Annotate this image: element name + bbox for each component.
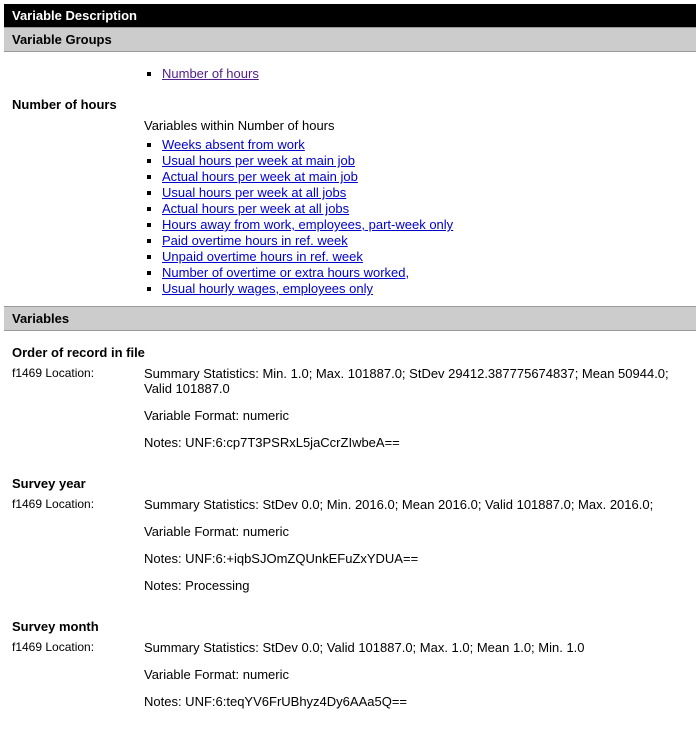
list-item: Hours away from work, employees, part-we… xyxy=(162,217,696,232)
variable-detail-line: Notes: UNF:6:+iqbSJOmZQUnkEFuZxYDUA== xyxy=(144,551,688,566)
list-item: Number of overtime or extra hours worked… xyxy=(162,265,696,280)
variable-name: Survey month xyxy=(12,619,688,634)
variable-block: Survey month f1469 Location:Summary Stati… xyxy=(12,619,688,721)
variable-details: Summary Statistics: StDev 0.0; Min. 2016… xyxy=(144,497,688,605)
list-item: Number of hours xyxy=(162,66,696,81)
variable-detail-line: Summary Statistics: StDev 0.0; Valid 101… xyxy=(144,640,688,655)
page-title-bar: Variable Description xyxy=(4,4,696,27)
page-title: Variable Description xyxy=(12,8,137,23)
variable-link[interactable]: Hours away from work, employees, part-we… xyxy=(162,217,453,232)
variable-row: f1469 Location:Summary Statistics: Min. … xyxy=(12,366,688,462)
variable-link[interactable]: Number of overtime or extra hours worked… xyxy=(162,265,409,280)
variable-name: Order of record in file xyxy=(12,345,688,360)
list-item: Usual hourly wages, employees only xyxy=(162,281,696,296)
variable-detail-line: Notes: UNF:6:teqYV6FrUBhyz4Dy6AAa5Q== xyxy=(144,694,688,709)
variable-name: Survey year xyxy=(12,476,688,491)
variable-details: Summary Statistics: StDev 0.0; Valid 101… xyxy=(144,640,688,721)
variable-detail-line: Notes: UNF:6:cp7T3PSRxL5jaCcrZIwbeA== xyxy=(144,435,688,450)
variable-link[interactable]: Actual hours per week at all jobs xyxy=(162,201,349,216)
group-list-caption: Variables within Number of hours xyxy=(144,118,696,133)
list-item: Actual hours per week at all jobs xyxy=(162,201,696,216)
variables-header-label: Variables xyxy=(12,311,69,326)
variables-header: Variables xyxy=(4,306,696,331)
variable-row: f1469 Location:Summary Statistics: StDev… xyxy=(12,497,688,605)
variable-detail-line: Summary Statistics: Min. 1.0; Max. 10188… xyxy=(144,366,688,396)
variable-link[interactable]: Weeks absent from work xyxy=(162,137,305,152)
group-variable-list: Variables within Number of hours Weeks a… xyxy=(144,118,696,296)
variable-block: Order of record in file f1469 Location:Su… xyxy=(12,345,688,462)
variable-location: f1469 Location: xyxy=(12,366,144,380)
list-item: Usual hours per week at main job xyxy=(162,153,696,168)
list-item: Paid overtime hours in ref. week xyxy=(162,233,696,248)
variable-link[interactable]: Paid overtime hours in ref. week xyxy=(162,233,348,248)
variable-detail-line: Summary Statistics: StDev 0.0; Min. 2016… xyxy=(144,497,688,512)
variable-detail-line: Notes: Processing xyxy=(144,578,688,593)
variable-groups-header: Variable Groups xyxy=(4,27,696,52)
variable-link[interactable]: Actual hours per week at main job xyxy=(162,169,358,184)
list-item: Weeks absent from work xyxy=(162,137,696,152)
variable-block: Survey year f1469 Location:Summary Statis… xyxy=(12,476,688,605)
group-section-title: Number of hours xyxy=(12,97,696,112)
variable-detail-line: Variable Format: numeric xyxy=(144,667,688,682)
variable-details: Summary Statistics: Min. 1.0; Max. 10188… xyxy=(144,366,688,462)
variable-location: f1469 Location: xyxy=(12,497,144,511)
variable-link[interactable]: Unpaid overtime hours in ref. week xyxy=(162,249,363,264)
variable-link[interactable]: Usual hourly wages, employees only xyxy=(162,281,373,296)
variable-location: f1469 Location: xyxy=(12,640,144,654)
list-item: Unpaid overtime hours in ref. week xyxy=(162,249,696,264)
list-item: Usual hours per week at all jobs xyxy=(162,185,696,200)
number-of-hours-link[interactable]: Number of hours xyxy=(162,66,259,81)
variable-detail-line: Variable Format: numeric xyxy=(144,524,688,539)
variable-link[interactable]: Usual hours per week at main job xyxy=(162,153,355,168)
list-item: Actual hours per week at main job xyxy=(162,169,696,184)
variable-groups-header-label: Variable Groups xyxy=(12,32,112,47)
variable-link[interactable]: Usual hours per week at all jobs xyxy=(162,185,346,200)
variable-detail-line: Variable Format: numeric xyxy=(144,408,688,423)
variable-row: f1469 Location:Summary Statistics: StDev… xyxy=(12,640,688,721)
top-group-links: Number of hours xyxy=(144,66,696,81)
